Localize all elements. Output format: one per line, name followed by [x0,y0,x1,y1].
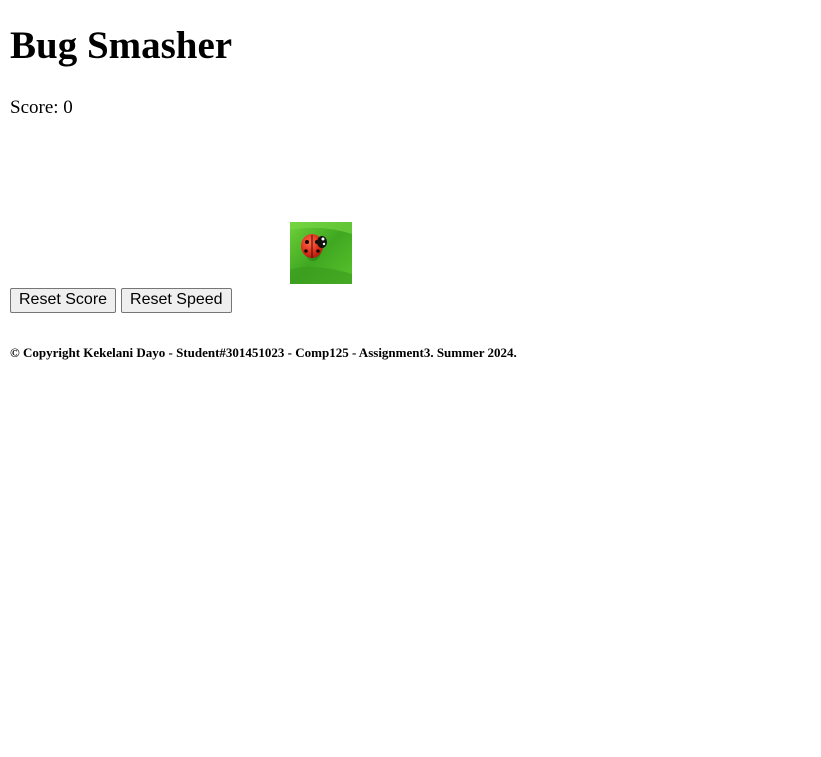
reset-score-button[interactable]: Reset Score [10,288,117,313]
copyright-footer: © Copyright Kekelani Dayo - Student#3014… [10,345,517,360]
ladybug-icon[interactable] [290,222,352,284]
score-display: Score: 0 [10,97,73,118]
button-bar: Reset Score Reset Speed [10,288,237,313]
ladybug-image [290,222,352,284]
game-area [10,130,811,286]
reset-speed-button[interactable]: Reset Speed [121,288,232,313]
page-title: Bug Smasher [10,24,233,67]
